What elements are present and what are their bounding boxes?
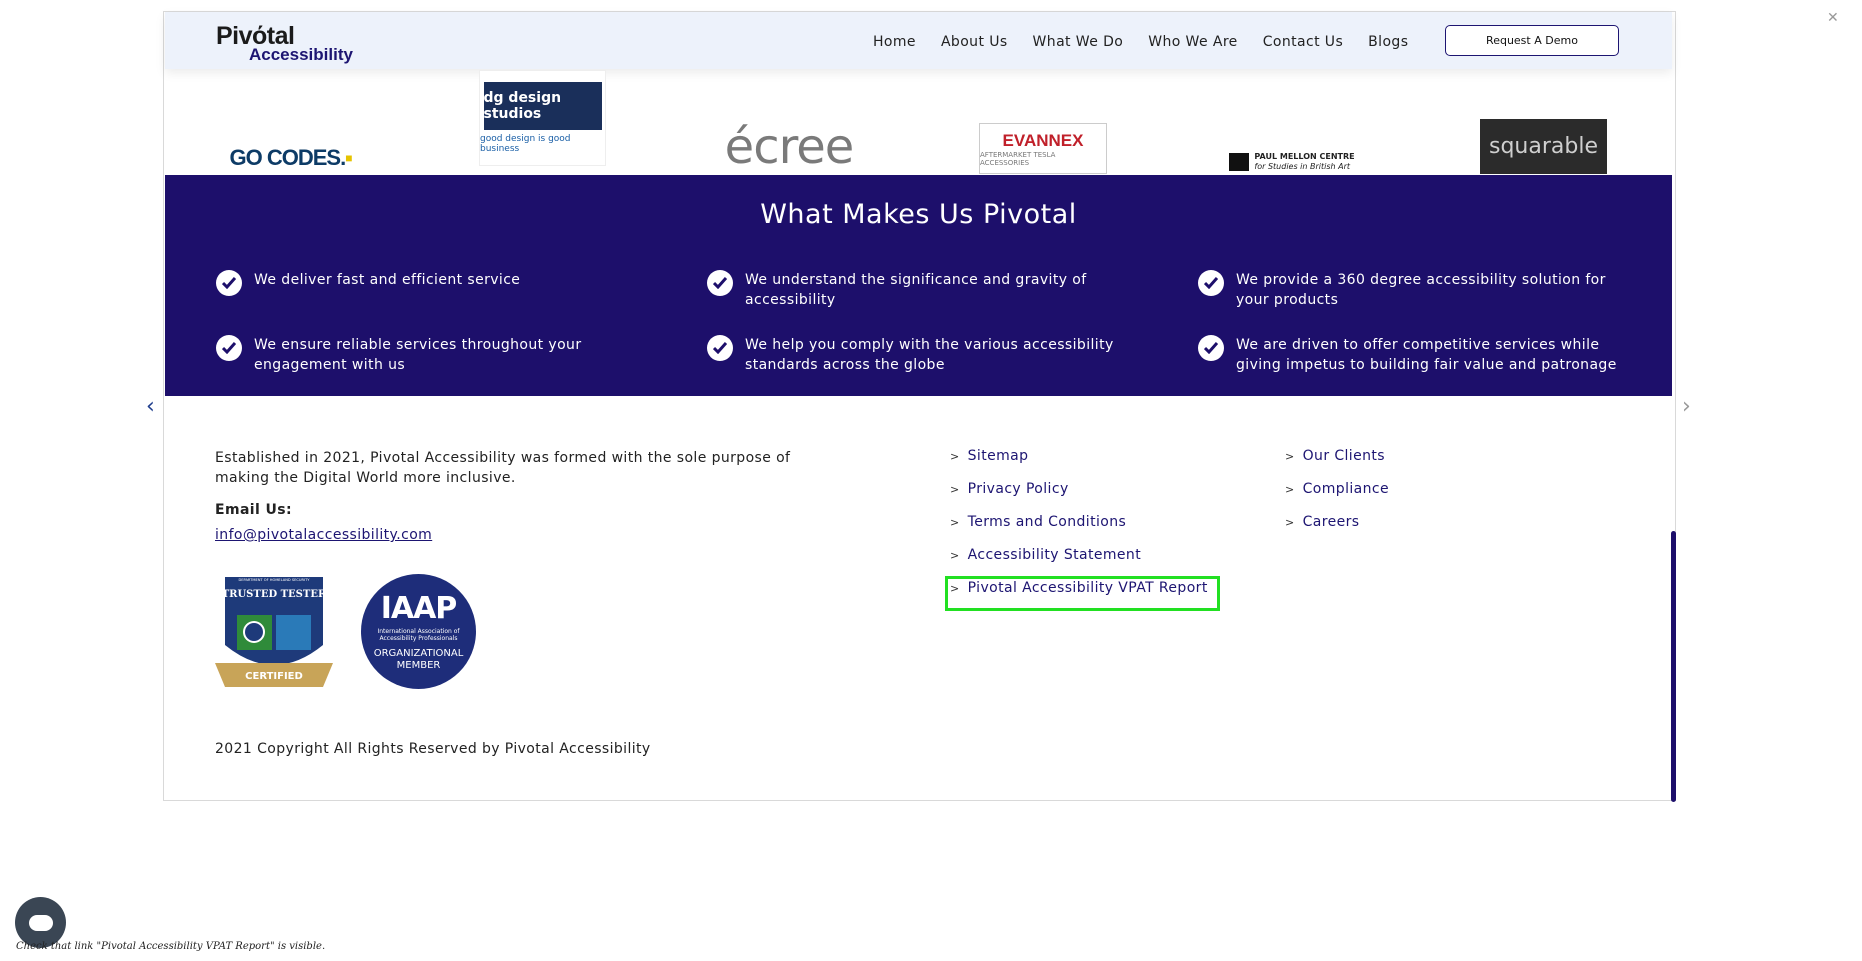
footer-link-our-clients[interactable]: > Our Clients	[1285, 448, 1385, 464]
iaap-org: ORGANIZATIONAL MEMBER	[373, 648, 464, 671]
check-circle-icon	[216, 270, 242, 296]
dgdesign-box: dg design studios	[483, 82, 602, 130]
footer-link-compliance[interactable]: > Compliance	[1285, 481, 1389, 497]
check-circle-icon	[1198, 335, 1224, 361]
footer-link-careers[interactable]: > Careers	[1285, 514, 1360, 530]
nav-who-we-are[interactable]: Who We Are	[1148, 34, 1237, 50]
client-logo-evannex: EVANNEX AFTERMARKET TESLA ACCESSORIES	[979, 123, 1107, 174]
email-label: Email Us:	[215, 502, 292, 518]
badge-tester-bottom: CERTIFIED	[245, 671, 303, 682]
client-logo-paul-mellon: PAUL MELLON CENTRE for Studies in Britis…	[1228, 150, 1356, 174]
feature-text: We deliver fast and efficient service	[254, 272, 521, 288]
feature-text: We are driven to offer competitive servi…	[1236, 337, 1617, 373]
check-circle-icon	[707, 335, 733, 361]
feature-item: We provide a 360 degree accessibility so…	[1198, 270, 1628, 310]
nav-home[interactable]: Home	[873, 34, 916, 50]
footer-link-label: Terms and Conditions	[967, 514, 1127, 530]
request-demo-button[interactable]: Request A Demo	[1445, 25, 1619, 56]
iaap-small: International Association of Accessibili…	[377, 628, 460, 642]
feature-text: We understand the significance and gravi…	[745, 272, 1087, 308]
chevron-left-icon[interactable]: ‹	[146, 394, 155, 419]
footer-link-privacy[interactable]: > Privacy Policy	[950, 481, 1069, 497]
chevron-right-icon: >	[950, 515, 960, 529]
footer-about: Established in 2021, Pivotal Accessibili…	[215, 450, 791, 486]
chevron-right-icon: >	[1285, 449, 1295, 463]
footer-link-label: Careers	[1302, 514, 1360, 530]
scrollbar-thumb[interactable]	[1671, 531, 1676, 802]
feature-text: We help you comply with the various acce…	[745, 337, 1114, 373]
site-header: Pivόtal Accessibility Home About Us What…	[165, 12, 1672, 69]
footer-link-sitemap[interactable]: > Sitemap	[950, 448, 1028, 464]
mellon-line-1: PAUL MELLON CENTRE	[1254, 152, 1355, 161]
chevron-right-icon[interactable]: ›	[1682, 394, 1691, 419]
feature-item: We ensure reliable services throughout y…	[216, 335, 616, 375]
client-logo-ecree: écree	[724, 119, 855, 175]
page-frame: Pivόtal Accessibility Home About Us What…	[163, 11, 1676, 802]
dgdesign-tagline: good design is good business	[480, 134, 571, 154]
email-link[interactable]: info@pivotalaccessibility.com	[215, 527, 432, 543]
feature-item: We understand the significance and gravi…	[707, 270, 1107, 310]
logo-subtitle: Accessibility	[249, 45, 353, 64]
footer-link-label: Our Clients	[1302, 448, 1385, 464]
evannex-name: EVANNEX	[1002, 130, 1084, 150]
iaap-big: IAAP	[380, 591, 458, 626]
status-caption: Check that link "Pivotal Accessibility V…	[16, 941, 326, 952]
main-nav: Home About Us What We Do Who We Are Cont…	[873, 34, 1433, 50]
chat-icon	[28, 914, 53, 931]
feature-text: We provide a 360 degree accessibility so…	[1236, 272, 1606, 308]
check-circle-icon	[1198, 270, 1224, 296]
client-logo-dgdesign: dg design studios good design is good bu…	[479, 70, 606, 166]
footer-link-terms[interactable]: > Terms and Conditions	[950, 514, 1126, 530]
trusted-tester-badge: DEPARTMENT OF HOMELAND SECURITY TRUSTED …	[215, 575, 333, 688]
mellon-book-icon	[1229, 153, 1250, 171]
mellon-line-2: for Studies in British Art	[1254, 162, 1351, 171]
pivotal-section: What Makes Us Pivotal We deliver fast an…	[165, 175, 1672, 396]
badge-tester-ring: DEPARTMENT OF HOMELAND SECURITY	[239, 578, 311, 582]
gocodes-text: GO CODES.	[229, 145, 347, 170]
nav-blogs[interactable]: Blogs	[1368, 34, 1408, 50]
feature-item: We are driven to offer competitive servi…	[1198, 335, 1638, 375]
client-logo-squarable: squarable	[1480, 119, 1607, 174]
footer-link-label: Compliance	[1302, 481, 1390, 497]
chevron-right-icon: >	[950, 482, 960, 496]
evannex-sub: AFTERMARKET TESLA ACCESSORIES	[980, 150, 1056, 167]
chevron-right-icon: >	[1285, 515, 1295, 529]
footer-link-accessibility-statement[interactable]: > Accessibility Statement	[950, 547, 1141, 563]
nav-what-we-do[interactable]: What We Do	[1033, 34, 1124, 50]
check-circle-icon	[707, 270, 733, 296]
iaap-badge: IAAP International Association of Access…	[361, 574, 476, 689]
nav-contact-us[interactable]: Contact Us	[1263, 34, 1343, 50]
close-icon[interactable]: ✕	[1827, 10, 1839, 26]
nav-about-us[interactable]: About Us	[941, 34, 1008, 50]
footer-link-label: Accessibility Statement	[967, 547, 1142, 563]
client-logos-carousel: GO CODES. ■ dg design studios good design…	[164, 70, 1675, 185]
feature-text: We ensure reliable services throughout y…	[254, 337, 582, 373]
vpat-link-highlight	[945, 576, 1220, 611]
chevron-right-icon: >	[950, 449, 960, 463]
check-circle-icon	[216, 335, 242, 361]
site-logo[interactable]: Pivόtal Accessibility	[216, 22, 366, 64]
gocodes-star-icon: ■	[345, 151, 352, 165]
feature-item: We deliver fast and efficient service	[216, 270, 616, 296]
footer-link-label: Sitemap	[967, 448, 1029, 464]
chevron-right-icon: >	[950, 548, 960, 562]
badge-tester-top: TRUSTED TESTER	[222, 589, 327, 600]
copyright: 2021 Copyright All Rights Reserved by Pi…	[215, 741, 651, 757]
client-logo-gocodes: GO CODES. ■	[227, 143, 354, 173]
chevron-right-icon: >	[1285, 482, 1295, 496]
footer-link-label: Privacy Policy	[967, 481, 1069, 497]
feature-item: We help you comply with the various acce…	[707, 335, 1127, 375]
section-title: What Makes Us Pivotal	[760, 199, 1077, 230]
